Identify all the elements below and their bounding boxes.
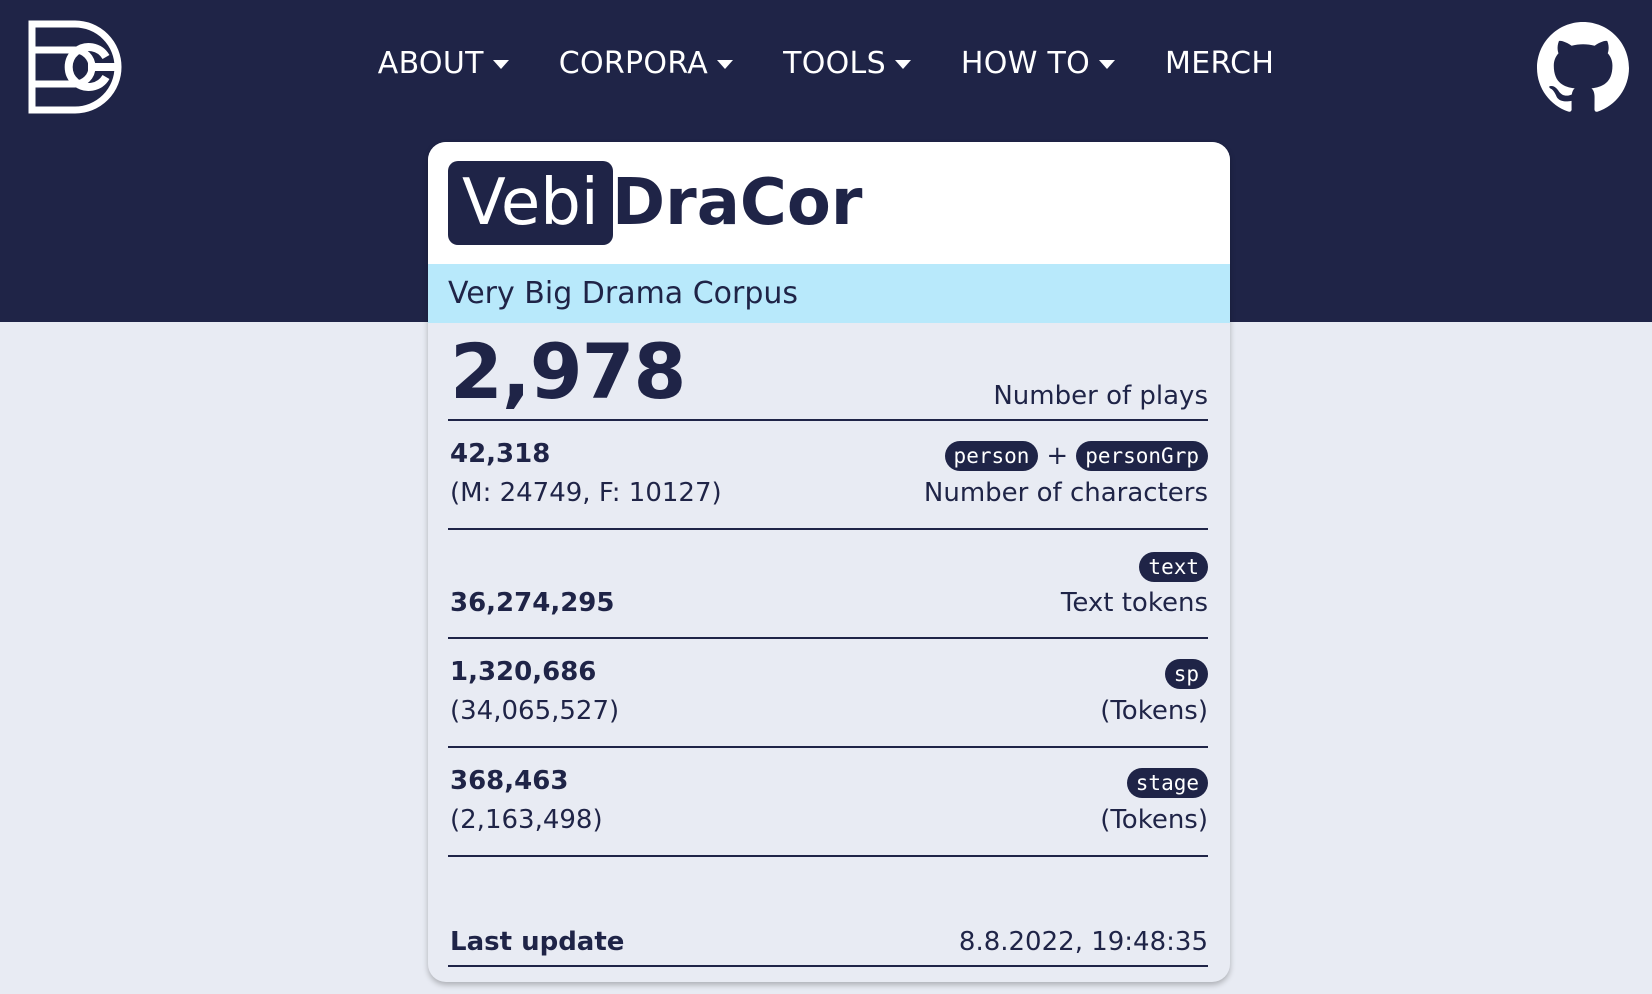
corpus-subtitle: Very Big Drama Corpus	[428, 264, 1230, 323]
tag-person: person	[944, 441, 1039, 471]
nav-label: MERCH	[1165, 45, 1275, 81]
characters-count: 42,318	[450, 439, 551, 469]
sp-row: 1,320,686 (34,065,527) sp (Tokens)	[448, 639, 1208, 748]
tag-stage: stage	[1126, 768, 1208, 798]
last-update-label: Last update	[450, 927, 625, 957]
nav-item-corpora[interactable]: CORPORA	[558, 45, 734, 81]
stage-row: 368,463 (2,163,498) stage (Tokens)	[448, 748, 1208, 857]
nav-item-how-to[interactable]: HOW TO	[960, 45, 1116, 81]
nav-item-tools[interactable]: TOOLS	[783, 46, 911, 81]
characters-tags: person + personGrp	[944, 441, 1208, 471]
nav-label: HOW TO	[960, 45, 1091, 81]
main-nav: ABOUT CORPORA TOOLS HOW TO MERCH	[0, 38, 1652, 88]
text-tokens-label: Text tokens	[1060, 588, 1208, 618]
nav-item-about[interactable]: ABOUT	[378, 46, 509, 81]
plays-count: 2,978	[450, 327, 686, 416]
sp-label: (Tokens)	[1100, 696, 1208, 726]
stage-tokens: (2,163,498)	[450, 805, 603, 835]
characters-row: 42,318 (M: 24749, F: 10127) person + per…	[448, 421, 1208, 530]
tag-persongrp: personGrp	[1076, 441, 1208, 471]
corpus-abbreviation: Vebi	[448, 161, 613, 245]
corpus-card: Vebi DraCor Very Big Drama Corpus 2,978 …	[428, 142, 1230, 982]
sp-tokens: (34,065,527)	[450, 696, 620, 726]
nav-label: ABOUT	[377, 45, 484, 81]
nav-item-merch[interactable]: MERCH	[1165, 46, 1274, 81]
text-tokens-row: text 36,274,295 Text tokens	[448, 530, 1208, 639]
stage-tags: stage	[1126, 768, 1208, 798]
last-update-value: 8.8.2022, 19:48:35	[958, 927, 1208, 957]
nav-label: CORPORA	[558, 45, 709, 81]
plays-row: 2,978 Number of plays	[448, 323, 1208, 421]
last-update-row: Last update 8.8.2022, 19:48:35	[448, 857, 1208, 967]
chevron-down-icon	[894, 59, 911, 69]
corpus-title: DraCor	[612, 166, 863, 240]
plus-sign: +	[1046, 441, 1069, 471]
chevron-down-icon	[717, 59, 734, 69]
tag-text: text	[1139, 552, 1208, 582]
github-icon[interactable]	[1537, 22, 1629, 114]
chevron-down-icon	[492, 59, 509, 69]
text-tokens-count: 36,274,295	[450, 588, 615, 618]
stage-count: 368,463	[450, 766, 569, 796]
characters-breakdown: (M: 24749, F: 10127)	[450, 478, 722, 508]
stage-label: (Tokens)	[1100, 805, 1208, 835]
tag-sp: sp	[1164, 659, 1208, 689]
card-header: Vebi DraCor	[428, 142, 1230, 264]
sp-tags: sp	[1164, 659, 1208, 689]
characters-label: Number of characters	[923, 478, 1208, 508]
sp-count: 1,320,686	[450, 657, 597, 687]
chevron-down-icon	[1099, 59, 1116, 69]
nav-label: TOOLS	[783, 45, 886, 81]
text-tags: text	[1139, 552, 1208, 582]
plays-label: Number of plays	[993, 381, 1208, 411]
